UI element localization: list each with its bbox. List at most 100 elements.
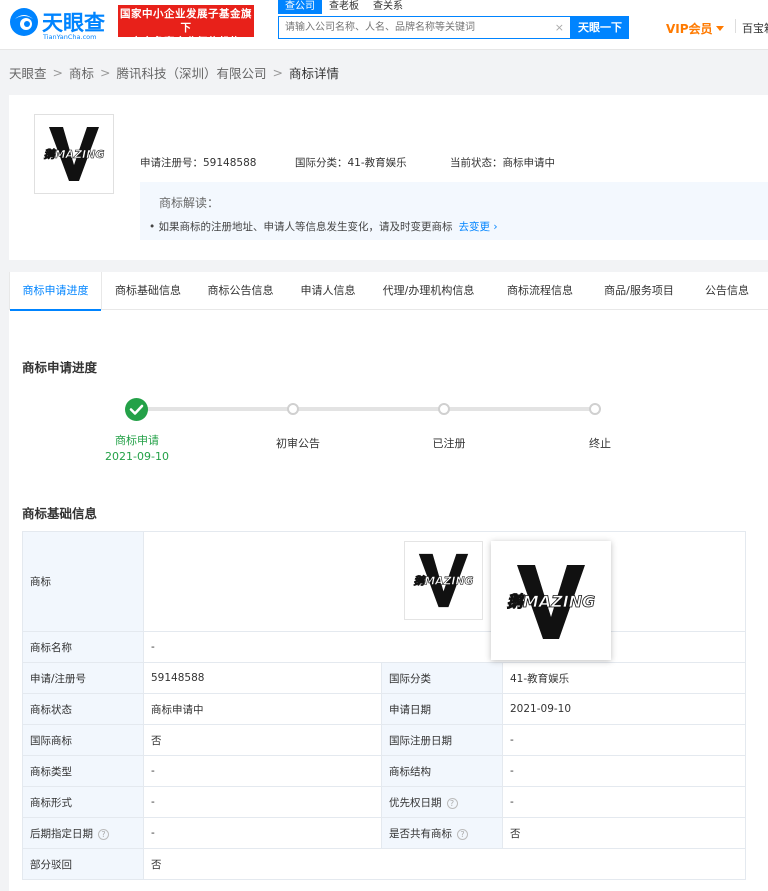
later-date-label-cell: 后期指定日期? [22,817,144,849]
class-label-cell: 国际分类 [381,662,503,694]
table-row: 申请/注册号 59148588 国际分类 41-教育娱乐 [22,662,746,694]
partial-value: 否 [143,848,746,880]
toolbox-menu[interactable]: 百宝箱 [742,20,768,36]
promo-line-2: 官方备案企业征信机构 [131,36,241,48]
name-label: 商标名称 [22,631,144,663]
class-label: 国际分类： [295,157,348,169]
trademark-logo-graphic: 鹅MAZING [506,565,596,639]
search-tab-company[interactable]: 查公司 [278,0,322,14]
trademark-detail-card: 商标申请进度 商标基础信息 商标公告信息 申请人信息 代理/办理机构信息 商标流… [9,272,768,891]
application-progress: 商标申请 2021-09-10 初审公告 已注册 终止 [9,382,768,472]
status-value: 商标申请中 [502,157,556,169]
breadcrumb-trademark[interactable]: 商标 [69,63,94,82]
step-pending-node [589,403,601,415]
trademark-interpretation: 商标解读： • 如果商标的注册地址、申请人等信息发生变化，请及时变更商标 去变更 … [140,182,768,240]
trademark-logo-graphic: 鹅MAZING [413,553,474,608]
trademark-preview-popup: 鹅MAZING [491,541,611,660]
search-type-tabs: 查公司 查老板 查关系 [278,0,410,14]
vip-label: VIP会员 [666,22,713,36]
trademark-image[interactable]: 鹅MAZING [34,114,114,194]
apply-date-value: 2021-09-10 [502,693,746,725]
table-row: 部分驳回 否 [22,848,746,880]
header-divider [735,19,736,33]
reg-no-label: 申请注册号： [140,157,203,169]
breadcrumb-separator: > [52,65,63,80]
status-value-cell: 商标申请中 [143,693,382,725]
search-tab-boss[interactable]: 查老板 [322,0,366,14]
breadcrumb-company[interactable]: 腾讯科技（深圳）有限公司 [117,63,267,82]
structure-value: - [502,755,746,787]
table-row: 商标形式 - 优先权日期? - [22,786,746,818]
help-icon[interactable]: ? [457,828,468,840]
search-box: × [278,16,571,39]
progress-section-title: 商标申请进度 [22,360,98,375]
caret-down-icon [715,26,724,31]
trademark-image-text: 鹅MAZING [414,574,474,587]
type-value: - [143,755,382,787]
help-icon[interactable]: ? [446,797,458,809]
intl-label: 国际商标 [22,724,144,756]
shared-label-cell: 是否共有商标? [381,817,503,849]
detail-tabs: 商标申请进度 商标基础信息 商标公告信息 申请人信息 代理/办理机构信息 商标流… [9,272,768,311]
site-logo[interactable]: 天眼查 TianYanCha.com [9,5,114,41]
status-label: 当前状态： [450,157,503,169]
table-row: 商标 [22,531,746,632]
priority-label: 优先权日期 [389,796,442,809]
basic-info-section-title: 商标基础信息 [22,506,98,521]
tab-applicant-info[interactable]: 申请人信息 [287,272,369,310]
clear-icon[interactable]: × [555,21,564,34]
eye-logo-icon [10,8,38,36]
tab-process-info[interactable]: 商标流程信息 [488,272,592,310]
status-meta: 当前状态：商标申请中 [450,155,555,170]
tab-notice-info[interactable]: 公告信息 [686,272,768,310]
interpretation-note-text: 如果商标的注册地址、申请人等信息发生变化，请及时变更商标 [158,221,453,233]
later-date-label: 后期指定日期 [30,827,93,840]
search-input[interactable] [279,17,570,38]
trademark-image-text: 鹅MAZING [44,148,105,161]
interpretation-title: 商标解读： [159,196,220,210]
name-value: - [143,631,746,663]
trademark-image-text: 鹅MAZING [507,592,595,611]
progress-track [137,407,597,411]
tab-basic-info[interactable]: 商标基础信息 [102,272,194,310]
intl-date-value: - [502,724,746,756]
promo-banner[interactable]: 国家中小企业发展子基金旗下 官方备案企业征信机构 [118,5,254,48]
reg-label: 申请/注册号 [22,662,144,694]
reg-value: 59148588 [143,662,382,694]
class-value-cell: 41-教育娱乐 [502,662,746,694]
tab-agency-info[interactable]: 代理/办理机构信息 [369,272,488,310]
help-icon[interactable]: ? [98,828,109,840]
intl-value: 否 [143,724,382,756]
breadcrumb-home[interactable]: 天眼查 [9,63,47,82]
class-value: 41-教育娱乐 [347,157,407,169]
change-link[interactable]: 去变更 › [459,221,498,233]
breadcrumb-separator: > [100,65,111,80]
shared-label: 是否共有商标 [389,827,452,840]
step-label-terminated: 终止 [589,437,611,450]
tab-announcement-info[interactable]: 商标公告信息 [194,272,287,310]
search-button[interactable]: 天眼一下 [571,16,629,39]
step-done-check-icon [125,398,148,421]
top-header: 天眼查 TianYanCha.com 国家中小企业发展子基金旗下 官方备案企业征… [0,0,768,50]
step-pending-node [287,403,299,415]
apply-date-label: 申请日期 [381,693,503,725]
partial-label: 部分驳回 [22,848,144,880]
tab-application-progress[interactable]: 商标申请进度 [9,272,102,311]
trademark-label: 商标 [22,531,144,632]
logo-domain: TianYanCha.com [43,33,97,41]
vip-menu[interactable]: VIP会员 [666,20,724,37]
interpretation-note: • 如果商标的注册地址、申请人等信息发生变化，请及时变更商标 去变更 › [149,221,498,233]
reg-no-value: 59148588 [203,157,257,169]
intl-date-label: 国际注册日期 [381,724,503,756]
step-label-applied: 商标申请 [115,434,159,447]
trademark-thumbnail[interactable]: 鹅MAZING [404,541,483,620]
search-tab-relation[interactable]: 查关系 [366,0,410,14]
tab-goods-services[interactable]: 商品/服务项目 [592,272,686,310]
type-label: 商标类型 [22,755,144,787]
table-row: 国际商标 否 国际注册日期 - [22,724,746,756]
step-label-registered: 已注册 [432,437,466,450]
breadcrumb-separator: > [272,65,283,80]
class-meta: 国际分类：41-教育娱乐 [295,155,407,170]
shared-value: 否 [502,817,746,849]
form-value: - [143,786,382,818]
